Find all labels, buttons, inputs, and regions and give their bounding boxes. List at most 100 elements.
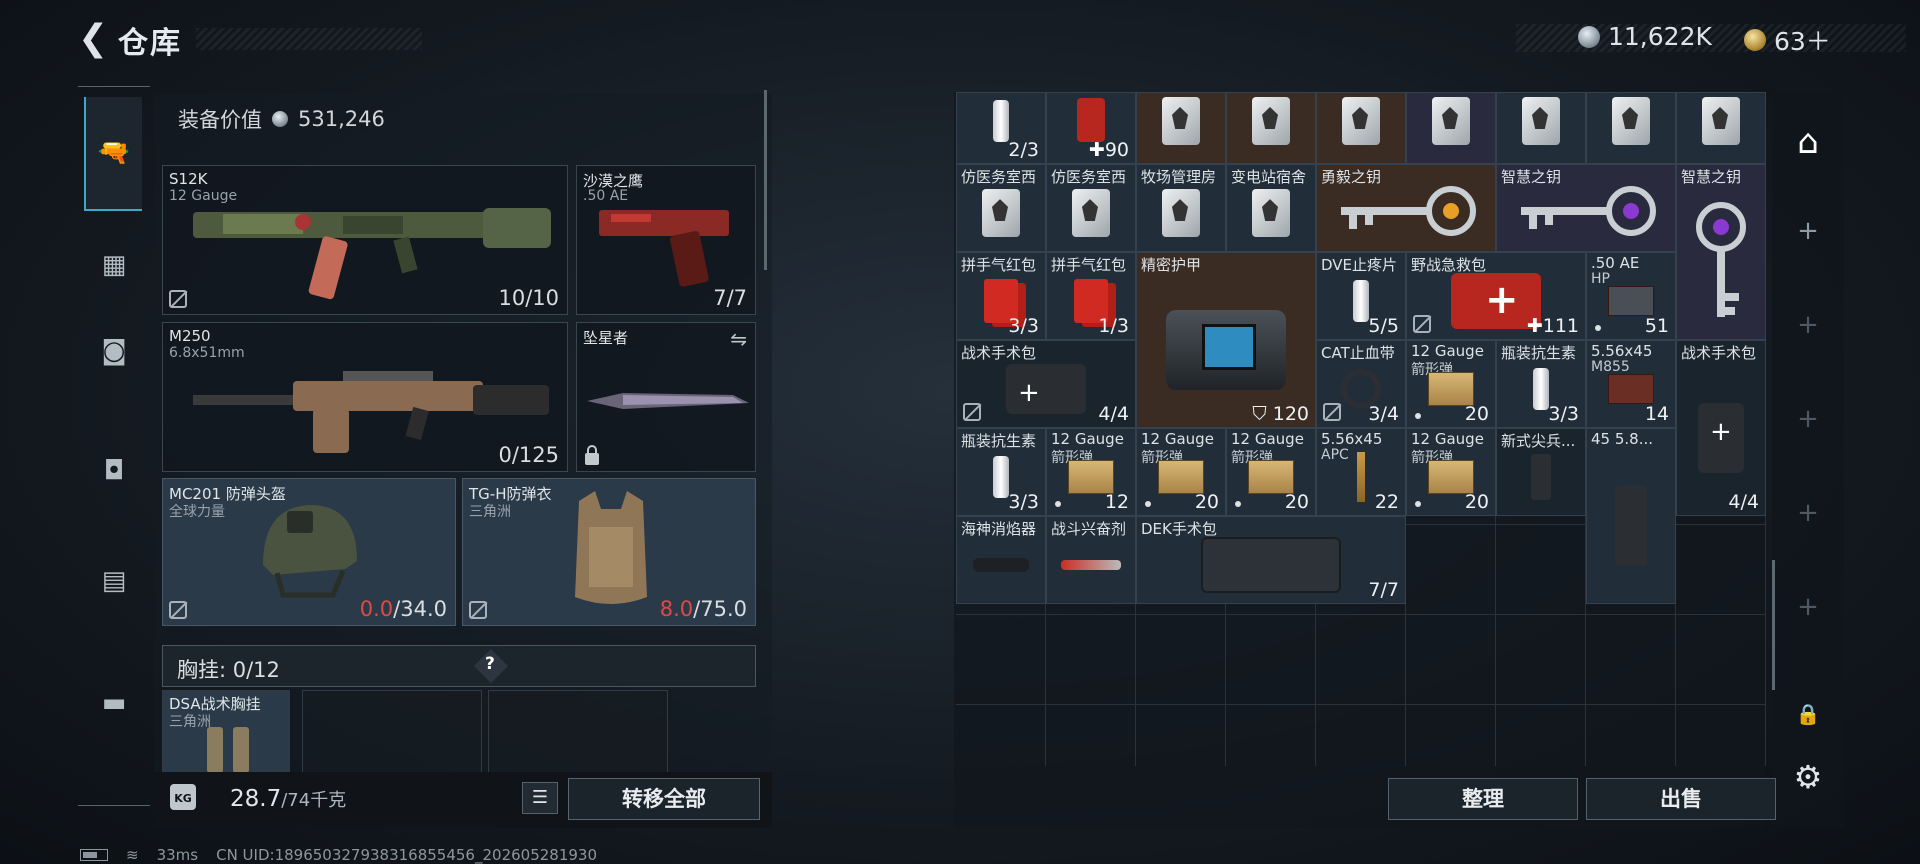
keycard-icon — [1072, 189, 1110, 238]
help-icon[interactable]: ? — [485, 654, 495, 674]
pistol-icon: 🔫 — [97, 138, 131, 168]
back-arrow-icon[interactable]: ❮ — [78, 18, 108, 59]
stash-item[interactable] — [1136, 92, 1226, 164]
add-stash-icon[interactable]: + — [1772, 592, 1844, 622]
stash-item[interactable]: 牧场管理房 — [1136, 164, 1226, 252]
tab-toolbox[interactable]: ▬ — [86, 675, 142, 731]
tab-pouch[interactable]: ◘ — [86, 443, 142, 499]
melee-slot[interactable]: 坠星者 ⇋ — [576, 322, 756, 472]
key-icon — [1341, 186, 1476, 237]
add-stash-icon[interactable]: + — [1772, 404, 1844, 434]
stash-item[interactable]: 仿医务室西 — [956, 164, 1046, 252]
stash-item[interactable]: 仿医务室西 — [1046, 164, 1136, 252]
sort-button[interactable]: 整理 — [1388, 778, 1578, 820]
stash-item[interactable]: .50 AE HP 51 — [1586, 252, 1676, 340]
stash-item[interactable]: DEK手术包 7/7 — [1136, 516, 1406, 604]
loadout-scrollbar[interactable] — [764, 90, 767, 270]
keycard-icon — [1522, 97, 1560, 145]
primary-weapon-name: S12K — [169, 170, 208, 188]
stash-item[interactable] — [1496, 92, 1586, 164]
tab-weapons[interactable]: 🔫 — [84, 97, 142, 211]
stash-item[interactable]: 瓶装抗生素 3/3 — [956, 428, 1046, 516]
stash-item[interactable]: 拼手气红包 3/3 — [956, 252, 1046, 340]
pistol-ammo-count: 7/7 — [713, 286, 747, 310]
tab-backpack[interactable]: ◙ — [86, 323, 142, 379]
armor-slot[interactable]: TG-H防弹衣 三角洲 8.0/75.0 — [462, 478, 756, 626]
stash-item[interactable] — [1226, 92, 1316, 164]
no-insurance-icon — [169, 601, 187, 619]
stash-item[interactable]: 新式尖兵... — [1496, 428, 1586, 516]
stash-item[interactable]: 45 5.8... — [1586, 428, 1676, 604]
chest-rig-item[interactable]: DSA战术胸挂 三角洲 — [162, 690, 290, 780]
stash-item[interactable]: 智慧之钥 — [1496, 164, 1676, 252]
stash-item[interactable] — [1406, 92, 1496, 164]
stash-item[interactable] — [1316, 92, 1406, 164]
gold-coin-icon — [1744, 29, 1766, 51]
stash-item[interactable]: 瓶装抗生素 3/3 — [1496, 340, 1586, 428]
chest-rig-image — [207, 727, 249, 773]
helmet-slot[interactable]: MC201 防弹头盔 全球力量 0.0/34.0 — [162, 478, 456, 626]
silver-coin-icon — [1578, 25, 1600, 48]
stash-item[interactable]: 拼手气红包 1/3 — [1046, 252, 1136, 340]
primary-ammo-count: 10/10 — [498, 286, 559, 310]
sell-button[interactable]: 出售 — [1586, 778, 1776, 820]
add-stash-icon[interactable]: + — [1772, 498, 1844, 528]
stash-item[interactable]: DVE止疼片 5/5 — [1316, 252, 1406, 340]
vial-icon — [993, 100, 1009, 142]
swap-icon[interactable]: ⇋ — [730, 327, 747, 351]
keycard-icon — [1432, 97, 1470, 145]
add-stash-icon[interactable]: + — [1772, 310, 1844, 340]
armor-bag-icon — [1166, 310, 1286, 391]
keycard-icon — [1252, 189, 1290, 238]
no-insurance-icon — [1413, 315, 1431, 333]
stash-item[interactable]: 12 Gauge 箭形弹 20 — [1406, 428, 1496, 516]
stash-item[interactable]: 12 Gauge 箭形弹 20 — [1226, 428, 1316, 516]
stash-item[interactable]: 12 Gauge 箭形弹 20 — [1406, 340, 1496, 428]
lock-icon[interactable]: 🔒 — [1772, 702, 1844, 726]
stash-home-icon[interactable]: ⌂ — [1772, 122, 1844, 162]
stash-item[interactable]: 5.56x45 M855 14 — [1586, 340, 1676, 428]
stash-item[interactable]: 野战急救包✚111 — [1406, 252, 1586, 340]
stash-item[interactable]: ✚90 — [1046, 92, 1136, 164]
keycard-icon — [1252, 97, 1290, 145]
chest-rig-empty-slot[interactable] — [302, 690, 482, 780]
stash-item[interactable]: 变电站宿舍 — [1226, 164, 1316, 252]
stash-item[interactable]: 战术手术包4/4 — [956, 340, 1136, 428]
stash-item[interactable] — [1676, 92, 1766, 164]
list-view-button[interactable]: ☰ — [522, 782, 558, 814]
no-insurance-icon — [1323, 403, 1341, 421]
stash-scrollbar[interactable] — [1772, 560, 1775, 690]
stash-item[interactable]: 战斗兴奋剂 — [1046, 516, 1136, 604]
knife-image — [587, 393, 749, 409]
stash-item[interactable] — [1586, 92, 1676, 164]
ping-value: 33ms — [156, 846, 199, 864]
settings-gear-icon[interactable]: ⚙ — [1772, 758, 1844, 796]
stash-item[interactable]: 12 Gauge 箭形弹 20 — [1136, 428, 1226, 516]
chest-rig-empty-slot[interactable] — [488, 690, 668, 780]
stash-item[interactable]: 智慧之钥 — [1676, 164, 1766, 340]
stash-item[interactable]: 精密护甲 ⛉ 120 — [1136, 252, 1316, 428]
tab-chest-rig[interactable]: ▦ — [86, 237, 142, 293]
pistol-image — [599, 210, 729, 287]
keycard-icon — [1162, 189, 1200, 238]
armor-durability: 8.0/75.0 — [659, 597, 747, 621]
silver-currency[interactable]: 11,622K — [1578, 22, 1712, 51]
stash-item[interactable]: CAT止血带 3/4 — [1316, 340, 1406, 428]
equipment-value: 装备价值 531,246 — [178, 104, 385, 134]
stash-item[interactable]: 战术手术包4/4 — [1676, 340, 1766, 516]
secondary-weapon-slot[interactable]: M250 6.8x51mm 0/125 — [162, 322, 568, 472]
stash-item[interactable]: 2/3 — [956, 92, 1046, 164]
weight-value: 28.7/74千克 — [230, 786, 347, 812]
tab-case[interactable]: ▤ — [86, 553, 142, 609]
stash-item[interactable]: 12 Gauge 箭形弹 12 — [1046, 428, 1136, 516]
chest-rig-icon: ▦ — [101, 250, 127, 280]
pistol-slot[interactable]: 沙漠之鹰 .50 AE 7/7 — [576, 165, 756, 315]
grip-icon — [1531, 454, 1551, 501]
move-all-button[interactable]: 转移全部 — [568, 778, 760, 820]
stash-item[interactable]: 5.56x45 APC 22 — [1316, 428, 1406, 516]
stash-item[interactable]: 海神消焰器 — [956, 516, 1046, 604]
primary-weapon-slot[interactable]: S12K 12 Gauge 10/10 — [162, 165, 568, 315]
add-stash-icon[interactable]: + — [1772, 216, 1844, 246]
gold-currency[interactable]: 63＋ — [1744, 22, 1831, 58]
stash-item[interactable]: 勇毅之钥 — [1316, 164, 1496, 252]
